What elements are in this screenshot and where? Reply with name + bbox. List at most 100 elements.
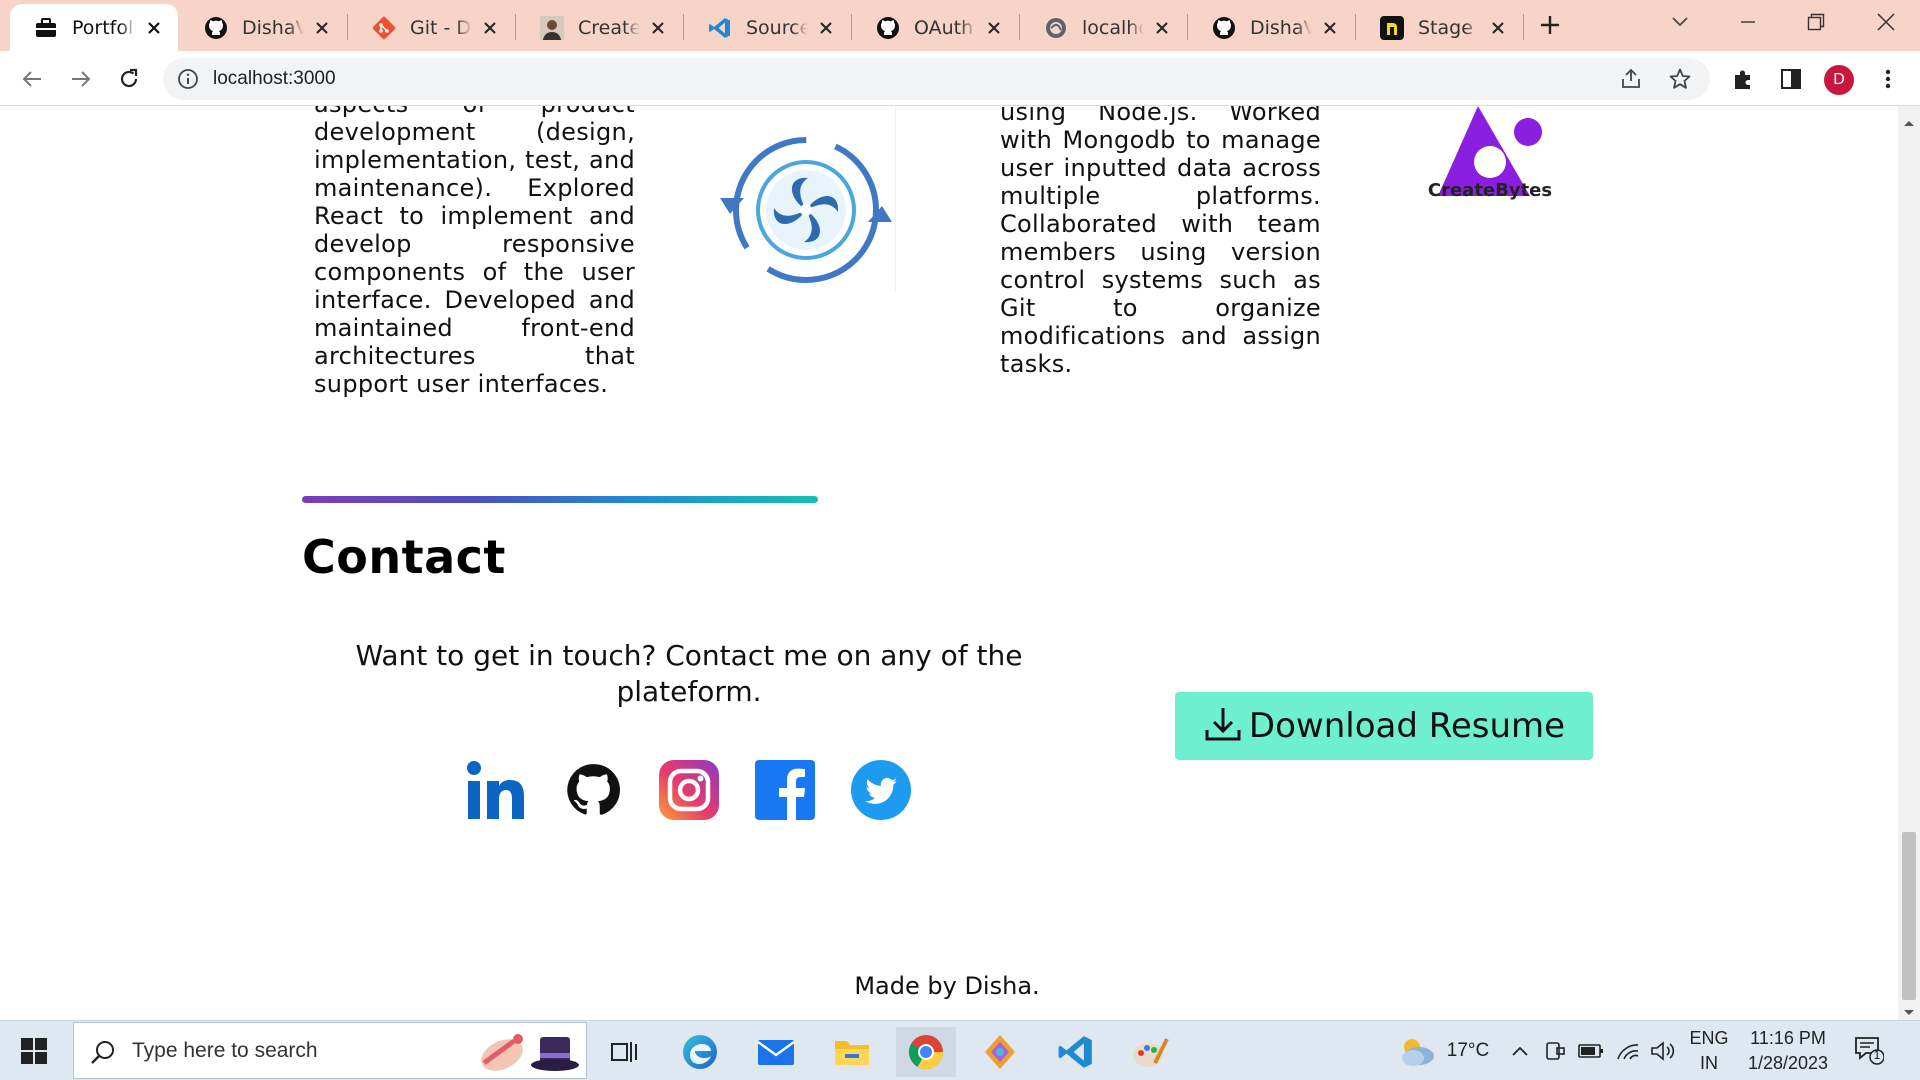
experience-description-left: aspects of product development (design, … bbox=[314, 106, 635, 398]
minimize-button[interactable] bbox=[1718, 0, 1778, 44]
notification-center-button[interactable]: 1 bbox=[1854, 1035, 1885, 1069]
tab-strip: Portfolio DishaVaishnav Git - Downloads bbox=[0, 0, 1920, 51]
tab-source-control[interactable]: Source Control bbox=[684, 4, 850, 51]
close-icon[interactable] bbox=[984, 18, 1004, 38]
side-panel-button[interactable] bbox=[1775, 63, 1807, 95]
restore-button[interactable] bbox=[1786, 0, 1846, 44]
tab-title: localhost bbox=[1082, 16, 1144, 39]
close-icon[interactable] bbox=[1488, 18, 1508, 38]
close-icon[interactable] bbox=[816, 18, 836, 38]
language-indicator[interactable]: ENG IN bbox=[1686, 1026, 1732, 1076]
taskbar-clock[interactable]: 11:16 PM 1/28/2023 bbox=[1740, 1026, 1836, 1076]
scrollbar-thumb[interactable] bbox=[1902, 832, 1916, 1000]
taskbar-search-box[interactable]: Type here to search bbox=[73, 1022, 587, 1079]
close-icon[interactable] bbox=[312, 18, 332, 38]
clock-date: 1/28/2023 bbox=[1747, 1053, 1829, 1073]
stage-icon bbox=[1380, 15, 1404, 40]
browser-toolbar: localhost:3000 D bbox=[0, 51, 1920, 106]
tab-search-button[interactable] bbox=[1650, 0, 1710, 44]
extensions-button[interactable] bbox=[1728, 63, 1760, 95]
taskbar-chrome[interactable] bbox=[896, 1027, 956, 1077]
tab-localhost[interactable]: localhost bbox=[1020, 4, 1186, 51]
page-scrollbar[interactable] bbox=[1898, 106, 1920, 1020]
new-tab-button[interactable] bbox=[1535, 10, 1565, 40]
star-icon[interactable] bbox=[1668, 67, 1692, 95]
github-icon bbox=[876, 16, 900, 40]
wifi-button[interactable] bbox=[1614, 1021, 1642, 1080]
contact-heading: Contact bbox=[302, 530, 506, 584]
search-highlight-icon bbox=[474, 1029, 584, 1079]
address-bar[interactable]: localhost:3000 bbox=[163, 58, 1710, 100]
task-view-button[interactable] bbox=[594, 1027, 654, 1077]
close-icon[interactable] bbox=[648, 18, 668, 38]
profile-icon bbox=[540, 15, 564, 40]
tab-oauth-apps[interactable]: OAuth apps bbox=[852, 4, 1018, 51]
share-icon[interactable] bbox=[1619, 67, 1643, 95]
twitter-link[interactable] bbox=[849, 758, 913, 822]
close-icon[interactable] bbox=[1152, 18, 1172, 38]
vscode-icon bbox=[1058, 1036, 1092, 1068]
tab-stage-commit[interactable]: Stage & Commit bbox=[1356, 4, 1522, 51]
scroll-up-icon[interactable] bbox=[1903, 112, 1915, 131]
tab-title: DishaVaishnav bbox=[1250, 16, 1312, 39]
meet-now-button[interactable] bbox=[1542, 1021, 1568, 1080]
edge-icon bbox=[683, 1035, 717, 1069]
plus-icon bbox=[1541, 16, 1559, 34]
restore-icon bbox=[1807, 13, 1825, 31]
briefcase-icon bbox=[34, 16, 58, 40]
task-view-icon bbox=[611, 1042, 637, 1062]
github-icon bbox=[1212, 16, 1236, 40]
company-logo-text: CreateBytes bbox=[1427, 180, 1553, 201]
show-hidden-icons-button[interactable] bbox=[1508, 1021, 1532, 1080]
footer-text: Made by Disha. bbox=[854, 972, 1040, 1000]
tab-github-disha-2[interactable]: DishaVaishnav bbox=[1188, 4, 1354, 51]
battery-button[interactable] bbox=[1576, 1021, 1606, 1080]
weather-widget[interactable]: 17°C bbox=[1388, 1021, 1498, 1080]
weather-cloud-icon bbox=[1401, 1039, 1434, 1066]
avatar[interactable]: D bbox=[1824, 65, 1854, 95]
close-icon[interactable] bbox=[480, 18, 500, 38]
tab-portfolio[interactable]: Portfolio bbox=[10, 4, 178, 51]
search-placeholder: Type here to search bbox=[132, 1039, 318, 1062]
github-icon bbox=[204, 16, 228, 40]
taskbar-git-app[interactable] bbox=[970, 1027, 1030, 1077]
close-window-button[interactable] bbox=[1856, 0, 1916, 44]
mail-icon bbox=[757, 1040, 795, 1065]
weather-temp: 17°C bbox=[1446, 1040, 1490, 1061]
forward-button[interactable] bbox=[65, 63, 97, 95]
section-divider bbox=[302, 496, 818, 503]
close-icon bbox=[1877, 13, 1895, 31]
menu-button[interactable] bbox=[1872, 63, 1904, 95]
tab-github-disha[interactable]: DishaVaishnav bbox=[180, 4, 346, 51]
windows-start-button[interactable] bbox=[20, 1037, 48, 1069]
tab-git-downloads[interactable]: Git - Downloads bbox=[348, 4, 514, 51]
battery-icon bbox=[1578, 1044, 1603, 1058]
taskbar-file-explorer[interactable] bbox=[822, 1027, 882, 1077]
github-link[interactable] bbox=[561, 758, 625, 822]
download-icon bbox=[1203, 704, 1243, 748]
vscode-icon bbox=[708, 16, 732, 40]
taskbar-mail[interactable] bbox=[746, 1027, 806, 1077]
arrow-left-icon bbox=[22, 71, 41, 87]
facebook-link[interactable] bbox=[753, 758, 817, 822]
scroll-down-icon[interactable] bbox=[1903, 1002, 1915, 1021]
more-vertical-icon bbox=[1885, 69, 1891, 89]
tab-create-your[interactable]: Create Your bbox=[516, 4, 682, 51]
close-icon[interactable] bbox=[1320, 18, 1340, 38]
close-icon[interactable] bbox=[144, 18, 164, 38]
instagram-link[interactable] bbox=[657, 758, 721, 822]
side-panel-icon bbox=[1781, 69, 1801, 89]
back-button[interactable] bbox=[16, 63, 48, 95]
taskbar-vscode[interactable] bbox=[1046, 1027, 1106, 1077]
taskbar-edge[interactable] bbox=[670, 1027, 730, 1077]
chevron-down-icon bbox=[1672, 17, 1688, 27]
paint-icon bbox=[1133, 1038, 1169, 1067]
taskbar-paint[interactable] bbox=[1120, 1027, 1180, 1077]
volume-button[interactable] bbox=[1648, 1021, 1678, 1080]
download-resume-button[interactable]: Download Resume bbox=[1175, 692, 1593, 760]
reload-button[interactable] bbox=[113, 63, 145, 95]
url-text[interactable]: localhost:3000 bbox=[213, 68, 336, 90]
git-icon bbox=[372, 16, 396, 40]
info-icon[interactable] bbox=[177, 68, 199, 94]
linkedin-link[interactable] bbox=[464, 758, 528, 822]
